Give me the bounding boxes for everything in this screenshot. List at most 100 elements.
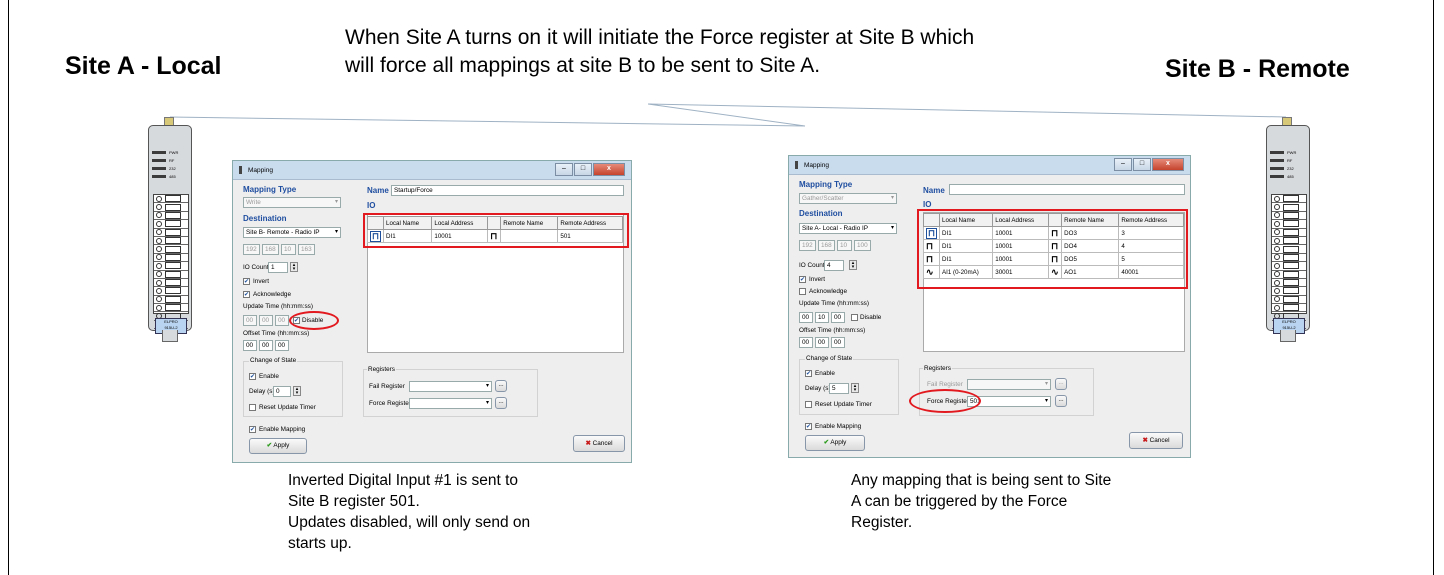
reset-update-timer-checkbox[interactable] [805, 401, 812, 408]
change-of-state-label: Change of State [805, 355, 854, 362]
destination-label: Destination [243, 214, 287, 223]
io-count-label: IO Count [799, 262, 825, 269]
close-button[interactable]: x [1152, 158, 1184, 171]
io-count-spinner[interactable]: ▴ ▾ [290, 262, 298, 272]
led-485: 485 [152, 172, 190, 180]
force-register-browse-button[interactable]: ... [495, 397, 507, 409]
fail-register-browse-button[interactable]: ... [1055, 378, 1067, 390]
right-caption: Any mapping that is being sent to Site A… [851, 472, 1112, 531]
cancel-button[interactable]: ✖ Cancel [573, 435, 625, 452]
fail-register-browse-button[interactable]: ... [495, 380, 507, 392]
invert-checkbox[interactable]: ✔ [243, 278, 250, 285]
led-pwr: PWR [152, 148, 190, 156]
delay-label: Delay (s) [805, 385, 831, 392]
io-count-input[interactable]: 4 [824, 260, 844, 271]
fail-register-select[interactable] [409, 381, 492, 392]
offset-minutes[interactable]: 00 [815, 337, 829, 348]
minimize-button[interactable]: – [1114, 158, 1132, 171]
force-register-browse-button[interactable]: ... [1055, 395, 1067, 407]
maximize-button[interactable]: □ [574, 163, 592, 176]
device-foot [1280, 330, 1296, 342]
invert-checkbox[interactable]: ✔ [799, 276, 806, 283]
ip-octet-3[interactable]: 10 [837, 240, 852, 251]
minimize-button[interactable]: – [555, 163, 573, 176]
device-body: PWR RF 232 485 ELPRO 915U-2 [148, 125, 192, 334]
reset-update-timer-label: Reset Update Timer [259, 404, 316, 411]
site-b-device: PWR RF 232 485 ELPRO 915U-2 [1266, 117, 1310, 342]
maximize-button[interactable]: □ [1133, 158, 1151, 171]
close-button[interactable]: x [593, 163, 625, 176]
acknowledge-checkbox[interactable]: ✔ [243, 291, 250, 298]
offset-minutes[interactable]: 00 [259, 340, 273, 351]
destination-select[interactable]: Site B- Remote - Radio IP [243, 227, 341, 238]
mapping-type-select[interactable]: Write [243, 197, 341, 208]
acknowledge-label: Acknowledge [253, 291, 292, 298]
ip-octet-1[interactable]: 192 [799, 240, 816, 251]
fail-register-select[interactable] [967, 379, 1051, 390]
offset-seconds[interactable]: 00 [275, 340, 289, 351]
offset-hours[interactable]: 00 [243, 340, 257, 351]
reset-update-timer-checkbox[interactable] [249, 404, 256, 411]
app-icon [239, 166, 242, 174]
name-input[interactable] [949, 184, 1185, 195]
enable-mapping-label: Enable Mapping [815, 423, 862, 430]
name-label: Name [367, 186, 389, 195]
dialog-title: Mapping [248, 166, 273, 174]
invert-label: Invert [253, 278, 269, 285]
highlight-disable [289, 311, 339, 330]
disable-checkbox[interactable] [851, 314, 858, 321]
ip-octet-4[interactable]: 100 [854, 240, 871, 251]
check-icon: ✔ [823, 439, 829, 446]
enable-mapping-checkbox[interactable]: ✔ [805, 423, 812, 430]
offset-seconds[interactable]: 00 [831, 337, 845, 348]
update-minutes[interactable]: 00 [259, 315, 273, 326]
ip-octet-2[interactable]: 168 [262, 244, 279, 255]
title-bar: Mapping – □ x [233, 161, 631, 180]
update-seconds[interactable]: 00 [275, 315, 289, 326]
mapping-type-label: Mapping Type [799, 180, 853, 189]
highlight-force-register [909, 389, 981, 413]
delay-input[interactable]: 0 [273, 386, 291, 397]
mapping-type-select[interactable]: Gather/Scatter [799, 193, 897, 204]
highlight-io-table [917, 209, 1188, 289]
io-label: IO [367, 201, 376, 210]
dialog-title: Mapping [804, 161, 829, 169]
destination-select[interactable]: Site A- Local - Radio IP [799, 223, 897, 234]
ip-octet-1[interactable]: 192 [243, 244, 260, 255]
terminal-strip [1271, 194, 1307, 330]
io-count-spinner[interactable]: ▴ ▾ [849, 260, 857, 270]
force-register-select[interactable] [409, 398, 492, 409]
fail-register-label: Fail Register [369, 383, 405, 390]
offset-time-label: Offset Time (hh:mm:ss) [799, 327, 866, 334]
delay-input[interactable]: 5 [829, 383, 849, 394]
apply-button[interactable]: ✔ Apply [805, 435, 865, 451]
delay-spinner[interactable]: ▴ ▾ [851, 383, 859, 393]
enable-checkbox[interactable]: ✔ [805, 370, 812, 377]
delay-spinner[interactable]: ▴ ▾ [293, 386, 301, 396]
update-seconds[interactable]: 00 [831, 312, 845, 323]
fail-register-label: Fail Register [927, 381, 963, 388]
ip-octet-2[interactable]: 168 [818, 240, 835, 251]
offset-hours[interactable]: 00 [799, 337, 813, 348]
highlight-io-table [363, 213, 629, 248]
enable-checkbox[interactable]: ✔ [249, 373, 256, 380]
app-icon [795, 161, 798, 169]
name-input[interactable]: Startup/Force [391, 185, 624, 196]
cancel-button[interactable]: ✖ Cancel [1129, 432, 1183, 449]
update-hours[interactable]: 00 [243, 315, 257, 326]
io-label: IO [923, 200, 932, 209]
update-minutes[interactable]: 10 [815, 312, 829, 323]
ip-octet-4[interactable]: 163 [298, 244, 315, 255]
cancel-x-icon: ✖ [1142, 437, 1148, 444]
ip-octet-3[interactable]: 10 [281, 244, 296, 255]
apply-button[interactable]: ✔ Apply [249, 438, 307, 454]
io-count-label: IO Count [243, 264, 269, 271]
left-caption: Inverted Digital Input #1 is sent to Sit… [288, 472, 531, 552]
offset-time-label: Offset Time (hh:mm:ss) [243, 330, 310, 337]
led-232: 232 [1270, 164, 1308, 172]
invert-label: Invert [809, 276, 825, 283]
io-count-input[interactable]: 1 [268, 262, 288, 273]
acknowledge-checkbox[interactable] [799, 288, 806, 295]
update-hours[interactable]: 00 [799, 312, 813, 323]
enable-mapping-checkbox[interactable]: ✔ [249, 426, 256, 433]
